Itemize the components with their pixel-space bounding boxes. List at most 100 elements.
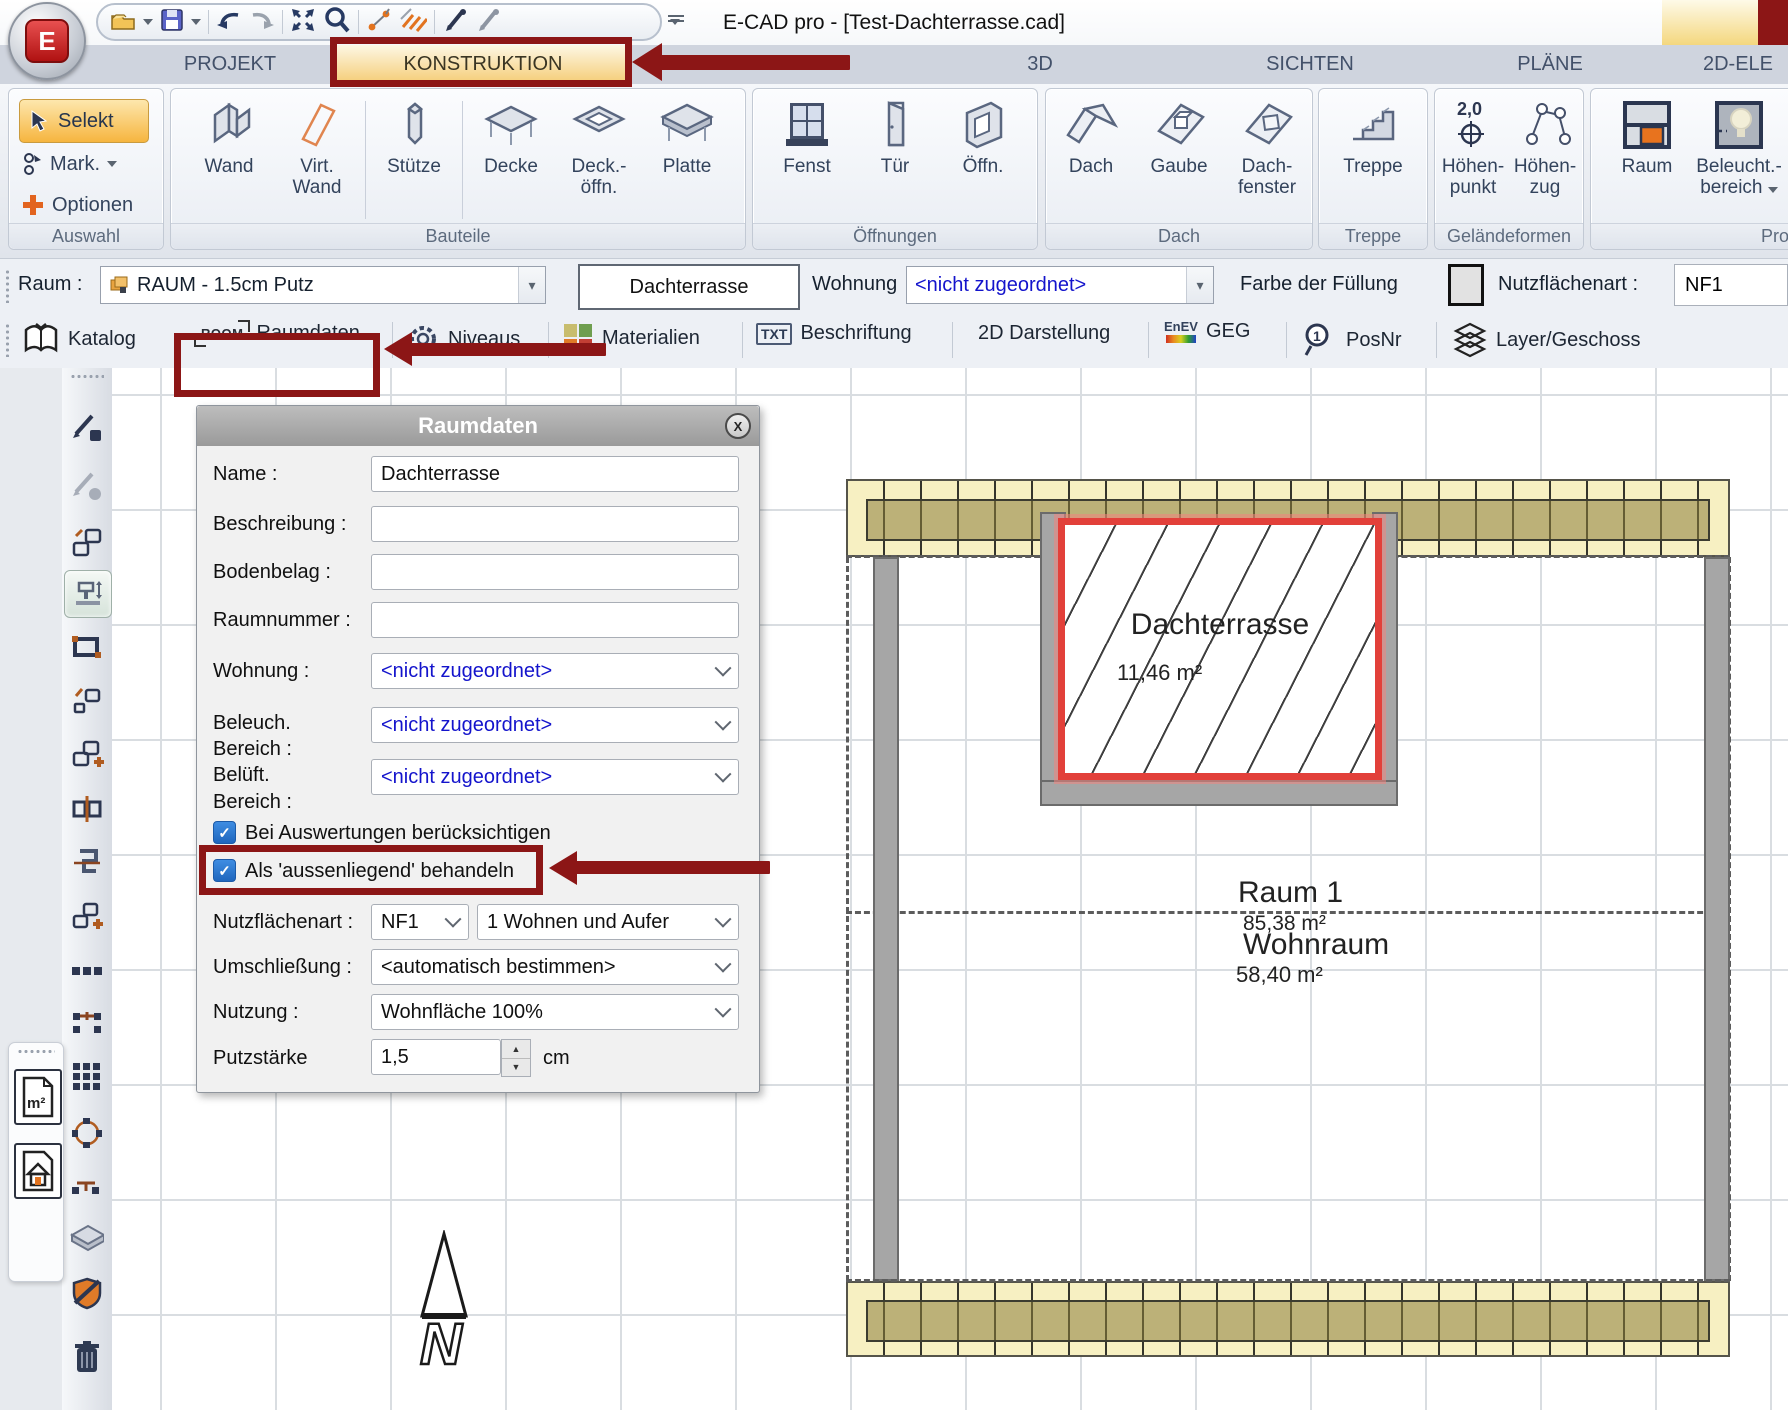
beleuch-combo[interactable]: <nicht zugeordnet> bbox=[371, 707, 739, 743]
wall-right[interactable] bbox=[1704, 557, 1730, 1281]
tab-2d-ele[interactable]: 2D-ELE bbox=[1688, 45, 1788, 84]
tab-projekt[interactable]: PROJEKT bbox=[120, 45, 340, 84]
dachfenster-button[interactable]: Dach-fenster bbox=[1223, 97, 1311, 198]
fill-color-swatch[interactable] bbox=[1448, 264, 1484, 306]
terrace-wall-bottom[interactable] bbox=[1040, 780, 1398, 806]
stepper-down-icon[interactable]: ▼ bbox=[502, 1059, 530, 1077]
hoehenpunkt-button[interactable]: 2,0 Höhen-punkt bbox=[1437, 97, 1509, 198]
darstellung-2d-button[interactable]: 2D Darstellung bbox=[978, 322, 1110, 345]
add-property-button[interactable] bbox=[70, 738, 104, 772]
chevron-down-icon[interactable] bbox=[715, 956, 732, 973]
dach-button[interactable]: Dach bbox=[1047, 97, 1135, 177]
hoehenzug-button[interactable]: Höhen-zug bbox=[1509, 97, 1581, 198]
measure-tool-icon[interactable] bbox=[366, 7, 392, 38]
redo-button[interactable] bbox=[249, 8, 275, 37]
edit-room-pen-button[interactable] bbox=[70, 412, 104, 446]
mark-button[interactable]: Mark. bbox=[21, 151, 117, 177]
raum-button[interactable]: Raum bbox=[1603, 97, 1691, 177]
layer-geschoss-button[interactable]: Layer/Geschoss bbox=[1452, 322, 1641, 358]
save-button[interactable] bbox=[160, 8, 184, 37]
tab-plaene[interactable]: PLÄNE bbox=[1450, 45, 1650, 84]
deckenoeffnung-button[interactable]: Deck.-öffn. bbox=[555, 97, 643, 198]
open-file-button[interactable] bbox=[110, 8, 136, 37]
stepper-up-icon[interactable]: ▲ bbox=[502, 1040, 530, 1059]
circle-polygon-button[interactable] bbox=[70, 1116, 104, 1150]
umschliessung-combo[interactable]: <automatisch bestimmen> bbox=[371, 949, 739, 985]
wohnung-dropdown-icon[interactable]: ▾ bbox=[1186, 267, 1213, 303]
gaube-button[interactable]: Gaube bbox=[1135, 97, 1223, 177]
toolbar-grip[interactable] bbox=[5, 323, 10, 357]
apply-properties-button[interactable] bbox=[70, 684, 104, 718]
name-input[interactable]: Dachterrasse bbox=[371, 456, 739, 492]
wohnung-combo[interactable]: <nicht zugeordnet> ▾ bbox=[906, 266, 1214, 304]
putzstaerke-stepper[interactable]: ▲ ▼ bbox=[501, 1039, 531, 1077]
area-document-button[interactable]: m² bbox=[14, 1069, 62, 1125]
beschreibung-input[interactable] bbox=[371, 506, 739, 542]
chevron-down-icon[interactable] bbox=[445, 911, 462, 928]
beschriftung-button[interactable]: TXT Beschriftung bbox=[756, 322, 912, 345]
tab-sichten[interactable]: SICHTEN bbox=[1190, 45, 1430, 84]
beleucht-dropdown-icon[interactable] bbox=[1768, 187, 1778, 193]
platte-button[interactable]: Platte bbox=[643, 97, 731, 177]
shield-disabled-button[interactable] bbox=[70, 1276, 104, 1310]
katalog-button[interactable]: Katalog bbox=[22, 322, 136, 356]
hatch-tool-icon[interactable] bbox=[399, 7, 427, 38]
beleuchtungsbereich-button[interactable]: Beleucht.- bereich bbox=[1691, 97, 1787, 198]
palette-grip[interactable] bbox=[17, 1049, 55, 1054]
add-room-part-button[interactable] bbox=[70, 900, 104, 934]
chevron-down-icon[interactable] bbox=[715, 714, 732, 731]
tab-3d[interactable]: 3D bbox=[950, 45, 1130, 84]
copy-properties-button[interactable] bbox=[70, 526, 104, 560]
bodenbelag-input[interactable] bbox=[371, 554, 739, 590]
qat-customize-icon[interactable] bbox=[668, 12, 684, 32]
dots-row-button[interactable] bbox=[70, 954, 104, 988]
stuetze-button[interactable]: Stütze bbox=[370, 97, 458, 177]
decke-button[interactable]: Decke bbox=[467, 97, 555, 177]
mark-dropdown-icon[interactable] bbox=[107, 161, 117, 167]
geg-button[interactable]: EnEV GEG bbox=[1164, 320, 1250, 343]
chevron-down-icon[interactable] bbox=[715, 1001, 732, 1018]
nutzflaechenart-field[interactable]: NF1 bbox=[1674, 264, 1788, 306]
undo-button[interactable] bbox=[216, 8, 242, 37]
putzstaerke-input[interactable]: 1,5 bbox=[371, 1039, 501, 1075]
chevron-down-icon[interactable] bbox=[715, 660, 732, 677]
oeffnung-button[interactable]: Öffn. bbox=[939, 97, 1027, 177]
auswertungen-checkbox[interactable]: ✓ bbox=[213, 821, 236, 844]
room-frame-button[interactable] bbox=[70, 630, 104, 664]
slab-3d-button[interactable] bbox=[70, 1222, 104, 1256]
tuer-button[interactable]: Tür bbox=[851, 97, 939, 177]
terrace-room-area[interactable] bbox=[1058, 518, 1382, 780]
trash-button[interactable] bbox=[70, 1340, 104, 1374]
merge-room-button[interactable] bbox=[70, 846, 104, 880]
node-link-button[interactable] bbox=[70, 1170, 104, 1204]
wall-left[interactable] bbox=[873, 557, 899, 1281]
raum-style-combo[interactable]: RAUM - 1.5cm Putz ▾ bbox=[100, 266, 546, 304]
room-name-field[interactable]: Dachterrasse bbox=[578, 264, 800, 310]
zoom-extents-icon[interactable] bbox=[290, 7, 316, 38]
open-file-dropdown-icon[interactable] bbox=[143, 19, 153, 25]
niveau-transfer-button-pressed[interactable] bbox=[64, 570, 112, 618]
pipette-alt-tool-icon[interactable] bbox=[475, 7, 501, 38]
application-menu-button[interactable]: E bbox=[8, 2, 86, 80]
chevron-down-icon[interactable] bbox=[715, 766, 732, 783]
fenster-button[interactable]: Fenst bbox=[763, 97, 851, 177]
nutzflaechenart-type-combo[interactable]: 1 Wohnen und Aufer bbox=[477, 904, 739, 940]
nutzflaechenart-combo[interactable]: NF1 bbox=[371, 904, 469, 940]
dialog-close-button[interactable]: X bbox=[725, 413, 751, 439]
nutzung-combo[interactable]: Wohnfläche 100% bbox=[371, 994, 739, 1030]
save-dropdown-icon[interactable] bbox=[191, 19, 201, 25]
grid-points-button[interactable] bbox=[70, 1060, 104, 1094]
split-room-button[interactable] bbox=[70, 792, 104, 826]
measure-chain-button[interactable] bbox=[70, 1004, 104, 1038]
house-document-button[interactable] bbox=[14, 1143, 62, 1199]
virt-wand-button[interactable]: Virt.Wand bbox=[273, 97, 361, 198]
raum-style-dropdown-icon[interactable]: ▾ bbox=[518, 267, 545, 303]
belueft-combo[interactable]: <nicht zugeordnet> bbox=[371, 759, 739, 795]
optionen-button[interactable]: Optionen bbox=[21, 193, 133, 217]
toolbar-grip[interactable] bbox=[70, 374, 104, 379]
treppe-button[interactable]: Treppe bbox=[1329, 97, 1417, 177]
wohnung-combo[interactable]: <nicht zugeordnet> bbox=[371, 653, 739, 689]
zoom-search-icon[interactable] bbox=[323, 6, 351, 39]
selekt-button[interactable]: Selekt bbox=[19, 99, 149, 143]
pipette-tool-icon[interactable] bbox=[442, 7, 468, 38]
